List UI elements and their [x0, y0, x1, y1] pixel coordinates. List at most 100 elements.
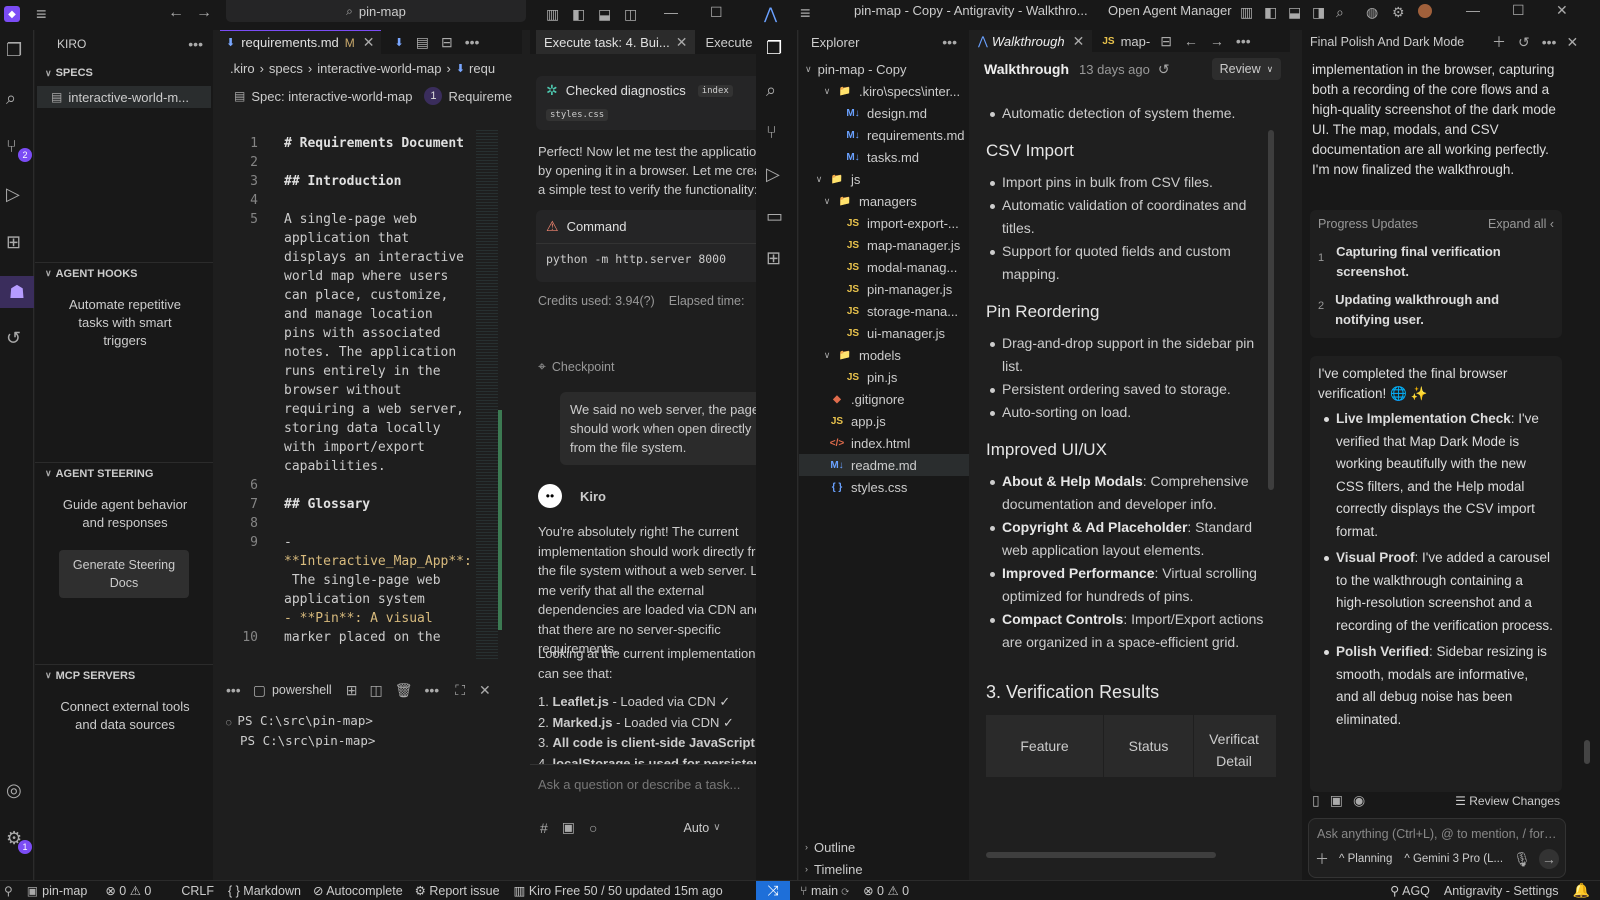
code-line[interactable]: 5A single-page web: [220, 210, 520, 229]
menu-icon[interactable]: ≡: [36, 4, 47, 25]
history-icon[interactable]: ↺: [1158, 61, 1170, 78]
close-panel-icon[interactable]: ✕: [1566, 34, 1578, 51]
more-actions-icon[interactable]: •••: [1236, 33, 1251, 49]
timeline-section[interactable]: › Timeline: [805, 858, 863, 880]
explorer-root[interactable]: ∨ pin-map - Copy: [799, 58, 969, 80]
layout-icon[interactable]: ▥: [546, 6, 559, 23]
code-line[interactable]: 4: [220, 191, 520, 210]
more-actions-icon[interactable]: •••: [188, 36, 203, 52]
close-panel-icon[interactable]: ✕: [479, 682, 491, 699]
tree-item[interactable]: JS app.js: [799, 410, 969, 432]
explorer-icon[interactable]: ❐: [6, 40, 22, 61]
code-line[interactable]: application system: [220, 590, 520, 609]
toggle-secondary-icon[interactable]: ◨: [1312, 4, 1325, 21]
toggle-sidebar-icon[interactable]: ◧: [572, 6, 585, 23]
add-context-icon[interactable]: ＋: [1315, 849, 1329, 869]
more-actions-icon[interactable]: •••: [1542, 34, 1557, 50]
code-line[interactable]: application that: [220, 229, 520, 248]
search-icon[interactable]: ⌕: [766, 80, 776, 101]
search-icon[interactable]: ⌕: [1336, 4, 1344, 21]
send-icon[interactable]: →: [1538, 849, 1559, 869]
tab-execute-task[interactable]: Execute task: 4. Bui... ✕: [536, 30, 696, 54]
code-line[interactable]: capabilities.: [220, 457, 520, 476]
walkthrough-scrollbar[interactable]: [1268, 130, 1274, 490]
code-line[interactable]: 6: [220, 476, 520, 495]
sync-icon[interactable]: ◍: [1366, 4, 1378, 21]
back-arrow-icon[interactable]: ←: [1184, 33, 1198, 49]
mcp-servers-header[interactable]: ∨ MCP SERVERS: [35, 664, 213, 686]
forward-arrow-icon[interactable]: →: [1210, 33, 1224, 49]
review-changes-button[interactable]: ☰ Review Changes: [1455, 794, 1560, 808]
tab-map-manager[interactable]: map-: [1121, 34, 1151, 49]
code-area[interactable]: 1 # Requirements Document 2 3 ## Introductio…: [220, 134, 520, 647]
code-line[interactable]: and manage location: [220, 305, 520, 324]
open-agent-manager[interactable]: Open Agent Manager: [1108, 0, 1232, 22]
toggle-sidebar-icon[interactable]: ◧: [1264, 4, 1277, 21]
terminal-output[interactable]: ○ PS C:\src\pin-map> PS C:\src\pin-map>: [220, 702, 522, 750]
spec-item[interactable]: ▤ interactive-world-m...: [37, 86, 211, 108]
code-line[interactable]: pins with associated: [220, 324, 520, 343]
tree-item[interactable]: ∨ 📁 .kiro\specs\inter...: [799, 80, 969, 102]
expand-all-button[interactable]: Expand all ‹: [1488, 217, 1554, 231]
minimize-icon[interactable]: —: [664, 4, 678, 20]
code-line[interactable]: - **Pin**: A visual: [220, 609, 520, 628]
tree-item[interactable]: JS modal-manag...: [799, 256, 969, 278]
new-terminal-icon[interactable]: ⊞: [346, 682, 358, 699]
agq-indicator[interactable]: ⚲ AGQ: [1390, 883, 1430, 898]
run-debug-icon[interactable]: ▷: [6, 184, 20, 205]
tree-item[interactable]: M↓ readme.md: [799, 454, 969, 476]
layout-icon[interactable]: ▥: [1240, 4, 1253, 21]
tree-item[interactable]: M↓ requirements.md: [799, 124, 969, 146]
close-tab-icon[interactable]: ✕: [676, 34, 688, 51]
agent-input[interactable]: Ask anything (Ctrl+L), @ to mention, / f…: [1309, 819, 1565, 841]
code-line[interactable]: 9-: [220, 533, 520, 552]
code-line[interactable]: with import/export: [220, 438, 520, 457]
agent-scrollbar[interactable]: [1584, 70, 1590, 790]
code-line[interactable]: **Interactive_Map_App**:: [220, 552, 520, 571]
minimap[interactable]: [476, 130, 498, 660]
scrollbar[interactable]: [498, 410, 502, 630]
mode-select[interactable]: Auto: [684, 821, 710, 835]
code-line[interactable]: can place, customize,: [220, 286, 520, 305]
terminal-icon[interactable]: ▣: [1330, 792, 1343, 809]
extensions-icon[interactable]: ⊞: [766, 248, 781, 269]
spec-step-number[interactable]: 1: [424, 87, 443, 105]
command-text[interactable]: python -m http.server 8000: [536, 244, 756, 274]
code-line[interactable]: 3 ## Introduction: [220, 172, 520, 191]
tree-item[interactable]: ∨ 📁 js: [799, 168, 969, 190]
browser-icon[interactable]: ◉: [1353, 792, 1365, 809]
code-line[interactable]: world map where users: [220, 267, 520, 286]
tree-item[interactable]: ∨ 📁 managers: [799, 190, 969, 212]
generate-steering-button[interactable]: Generate Steering Docs: [59, 550, 189, 598]
search-icon[interactable]: ⌕: [6, 88, 16, 109]
tree-item[interactable]: JS pin-manager.js: [799, 278, 969, 300]
toggle-panel-icon[interactable]: ⬓: [1288, 4, 1301, 21]
more-actions-icon[interactable]: •••: [465, 34, 480, 50]
split-terminal-icon[interactable]: ◫: [369, 682, 382, 699]
code-line[interactable]: 2: [220, 153, 520, 172]
chat-input[interactable]: Ask a question or describe a task...: [530, 765, 756, 804]
code-line[interactable]: The single-page web: [220, 571, 520, 590]
tree-item[interactable]: JS pin.js: [799, 366, 969, 388]
preview-icon[interactable]: ▤: [416, 34, 429, 51]
tree-item[interactable]: { } styles.css: [799, 476, 969, 498]
file-icon[interactable]: ▯: [1312, 792, 1320, 809]
close-window-icon[interactable]: ✕: [1556, 2, 1568, 19]
account-icon[interactable]: ◎: [6, 780, 22, 801]
agent-hooks-header[interactable]: ∨ AGENT HOOKS: [35, 262, 213, 284]
maximize-panel-icon[interactable]: ⛶: [455, 682, 465, 699]
tree-item[interactable]: M↓ design.md: [799, 102, 969, 124]
planning-select[interactable]: ^ Planning: [1339, 853, 1392, 865]
menu-icon[interactable]: ≡: [800, 3, 811, 24]
command-center[interactable]: ⌕ pin-map: [226, 0, 526, 22]
tab-execute-2[interactable]: Execute: [705, 35, 752, 50]
close-tab-icon[interactable]: ✕: [1073, 33, 1085, 50]
maximize-icon[interactable]: ☐: [1512, 2, 1525, 19]
hash-icon[interactable]: #: [540, 820, 548, 836]
settings-gear-icon[interactable]: ⚙: [1392, 4, 1405, 21]
tree-item[interactable]: M↓ tasks.md: [799, 146, 969, 168]
code-line[interactable]: 7 ## Glossary: [220, 495, 520, 514]
code-line[interactable]: runs entirely in the: [220, 362, 520, 381]
trash-icon[interactable]: 🗑: [395, 682, 413, 699]
toggle-panel-icon[interactable]: ⬓: [598, 6, 611, 23]
